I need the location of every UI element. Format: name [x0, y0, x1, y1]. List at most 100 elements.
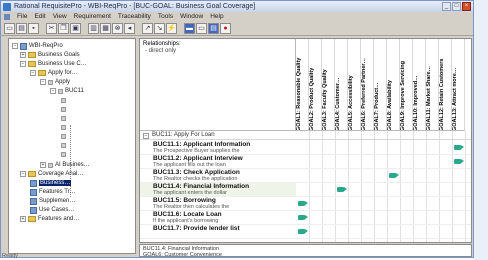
tree-leaf[interactable]	[61, 114, 68, 122]
tree-leaf[interactable]	[61, 105, 68, 113]
collapse-icon[interactable]: −	[30, 70, 36, 76]
collapse-icon[interactable]: −	[40, 79, 46, 85]
view-icon[interactable]: ▥	[88, 23, 99, 34]
matrix-row[interactable]: BUC11.3: Check Application The Realtor ch…	[140, 169, 296, 183]
grid-line	[413, 131, 414, 242]
collapse-icon[interactable]: −	[20, 171, 26, 177]
save-icon[interactable]: ▪	[28, 23, 39, 34]
tree-item-business-use-cases[interactable]: − Business Use C…	[20, 60, 87, 68]
grid-line	[400, 131, 401, 242]
matrix-view-icon	[30, 197, 37, 205]
menu-traceability[interactable]: Traceability	[118, 13, 151, 20]
query-icon[interactable]: ▬	[184, 23, 195, 34]
column-header[interactable]: GOAL6: Preferred Partner…	[361, 39, 374, 131]
tree-item-business-coverage[interactable]: Business…	[30, 179, 72, 187]
traceability-matrix: Relationships: - direct only GOAL1: Reas…	[139, 38, 472, 243]
menu-file[interactable]: File	[17, 13, 27, 20]
trace-arrow-icon[interactable]	[454, 145, 464, 150]
trace-to-icon[interactable]: ↗	[142, 23, 153, 34]
column-header[interactable]: GOAL13: Attract more…	[452, 39, 465, 131]
matrix-row[interactable]: BUC11.2: Applicant Interview The applican…	[140, 155, 296, 169]
tree-root[interactable]: − WBI-ReqPro	[12, 42, 63, 50]
matrix-row[interactable]: BUC11.7: Provide lender list	[140, 225, 296, 239]
tree-item-apply-for[interactable]: − Apply for…	[30, 69, 78, 77]
expand-icon[interactable]: +	[20, 216, 26, 222]
trace-arrow-icon[interactable]	[454, 159, 464, 164]
tree-item-features-and[interactable]: + Features and…	[20, 215, 79, 223]
expand-icon[interactable]: +	[40, 162, 46, 168]
cut-icon[interactable]: ✂	[46, 23, 57, 34]
trace-arrow-icon[interactable]	[298, 215, 308, 220]
menu-view[interactable]: View	[53, 13, 67, 20]
tree-item-buc11[interactable]: − BUC11	[50, 87, 84, 95]
column-header-label: GOAL12: Retain Customers	[439, 58, 445, 131]
matrix-row[interactable]: BUC11.5: Borrowing The Realtor then calcu…	[140, 197, 296, 211]
expand-icon[interactable]: +	[20, 52, 26, 58]
title-bar: Rational RequisitePro - WBI-ReqPro - [BU…	[1, 1, 473, 12]
requirement-icon	[58, 88, 63, 94]
collapse-icon[interactable]: −	[50, 88, 56, 94]
paste-icon[interactable]: ▣	[70, 23, 81, 34]
help-icon[interactable]: ●	[220, 23, 231, 34]
tree-item-business-goals[interactable]: + Business Goals	[20, 51, 80, 59]
open-folder-icon[interactable]: ▤	[16, 23, 27, 34]
matrix-view-icon	[30, 188, 37, 196]
matrix-row[interactable]: BUC11.1: Applicant Information The Prospe…	[140, 141, 296, 155]
column-header-label: GOAL4: Customer…	[335, 77, 341, 131]
matrix-row[interactable]: BUC11.4: Financial Information The applic…	[140, 183, 296, 197]
column-header[interactable]: GOAL3: Faculty Quality	[322, 39, 335, 131]
column-header[interactable]: GOAL1: Reasonable Quality	[296, 39, 309, 131]
tree-item-apply[interactable]: − Apply	[40, 78, 70, 86]
trace-from-icon[interactable]: ↘	[154, 23, 165, 34]
relationships-filter[interactable]: - direct only	[145, 48, 176, 54]
tree-item-ai-business[interactable]: + AI Busines…	[40, 161, 90, 169]
tree-leaf[interactable]	[61, 150, 68, 158]
close-button[interactable]: ×	[462, 2, 471, 11]
menu-help[interactable]: Help	[210, 13, 223, 20]
tree-item-supplementary[interactable]: Supplemen…	[30, 197, 75, 205]
column-header[interactable]: GOAL11: Market Share…	[426, 39, 439, 131]
collapse-icon[interactable]: −	[20, 61, 26, 67]
trace-arrow-icon[interactable]	[337, 187, 347, 192]
tree-item-features-trace[interactable]: Features Tr…	[30, 188, 76, 196]
tree-item-use-cases[interactable]: Use Cases…	[30, 206, 74, 214]
minimize-button[interactable]: _	[442, 2, 451, 11]
tree-leaf[interactable]	[61, 123, 68, 131]
column-header[interactable]: GOAL10: Improved…	[413, 39, 426, 131]
folder-icon	[28, 216, 36, 222]
menu-window[interactable]: Window	[180, 13, 203, 20]
maximize-button[interactable]: □	[452, 2, 461, 11]
tree-leaf[interactable]	[61, 96, 68, 104]
matrix-icon[interactable]: ▦	[100, 23, 111, 34]
arrow-left-icon[interactable]: ◂	[124, 23, 135, 34]
tree-leaf[interactable]	[61, 141, 68, 149]
binoculars-icon[interactable]: ⊗	[112, 23, 123, 34]
menu-requirement[interactable]: Requirement	[74, 13, 111, 20]
menu-tools[interactable]: Tools	[158, 13, 173, 20]
trace-arrow-icon[interactable]	[298, 229, 308, 234]
column-header[interactable]: GOAL8: Availability	[387, 39, 400, 131]
tree-leaf[interactable]	[61, 132, 68, 140]
grid-line	[452, 131, 453, 242]
collapse-icon[interactable]: −	[143, 133, 149, 139]
suspect-icon[interactable]: ⚡	[166, 23, 177, 34]
matrix-corner: Relationships: - direct only	[140, 39, 296, 131]
trace-arrow-icon[interactable]	[389, 173, 399, 178]
new-icon[interactable]: ▭	[4, 23, 15, 34]
column-header[interactable]: GOAL12: Retain Customers	[439, 39, 452, 131]
column-header[interactable]: GOAL7: Product…	[374, 39, 387, 131]
group-row-buc11[interactable]: − BUC11: Apply For Loan	[140, 132, 471, 140]
menu-edit[interactable]: Edit	[34, 13, 45, 20]
column-header[interactable]: GOAL5: Accessibility	[348, 39, 361, 131]
matrix-row[interactable]: BUC11.6: Locate Loan If the applicant's b…	[140, 211, 296, 225]
column-header[interactable]: GOAL4: Customer…	[335, 39, 348, 131]
column-header[interactable]: GOAL9: Improve Servicing	[400, 39, 413, 131]
collapse-icon[interactable]: −	[12, 43, 18, 49]
copy-icon[interactable]: ❐	[58, 23, 69, 34]
tree-item-coverage-analysis[interactable]: − Coverage Anal…	[20, 170, 83, 178]
trace-arrow-icon[interactable]	[298, 201, 308, 206]
requirement-icon[interactable]: ▤	[208, 23, 219, 34]
window-icon[interactable]: ▭	[196, 23, 207, 34]
status-bar: Ready	[2, 253, 18, 259]
column-header[interactable]: GOAL2: Product Quality	[309, 39, 322, 131]
